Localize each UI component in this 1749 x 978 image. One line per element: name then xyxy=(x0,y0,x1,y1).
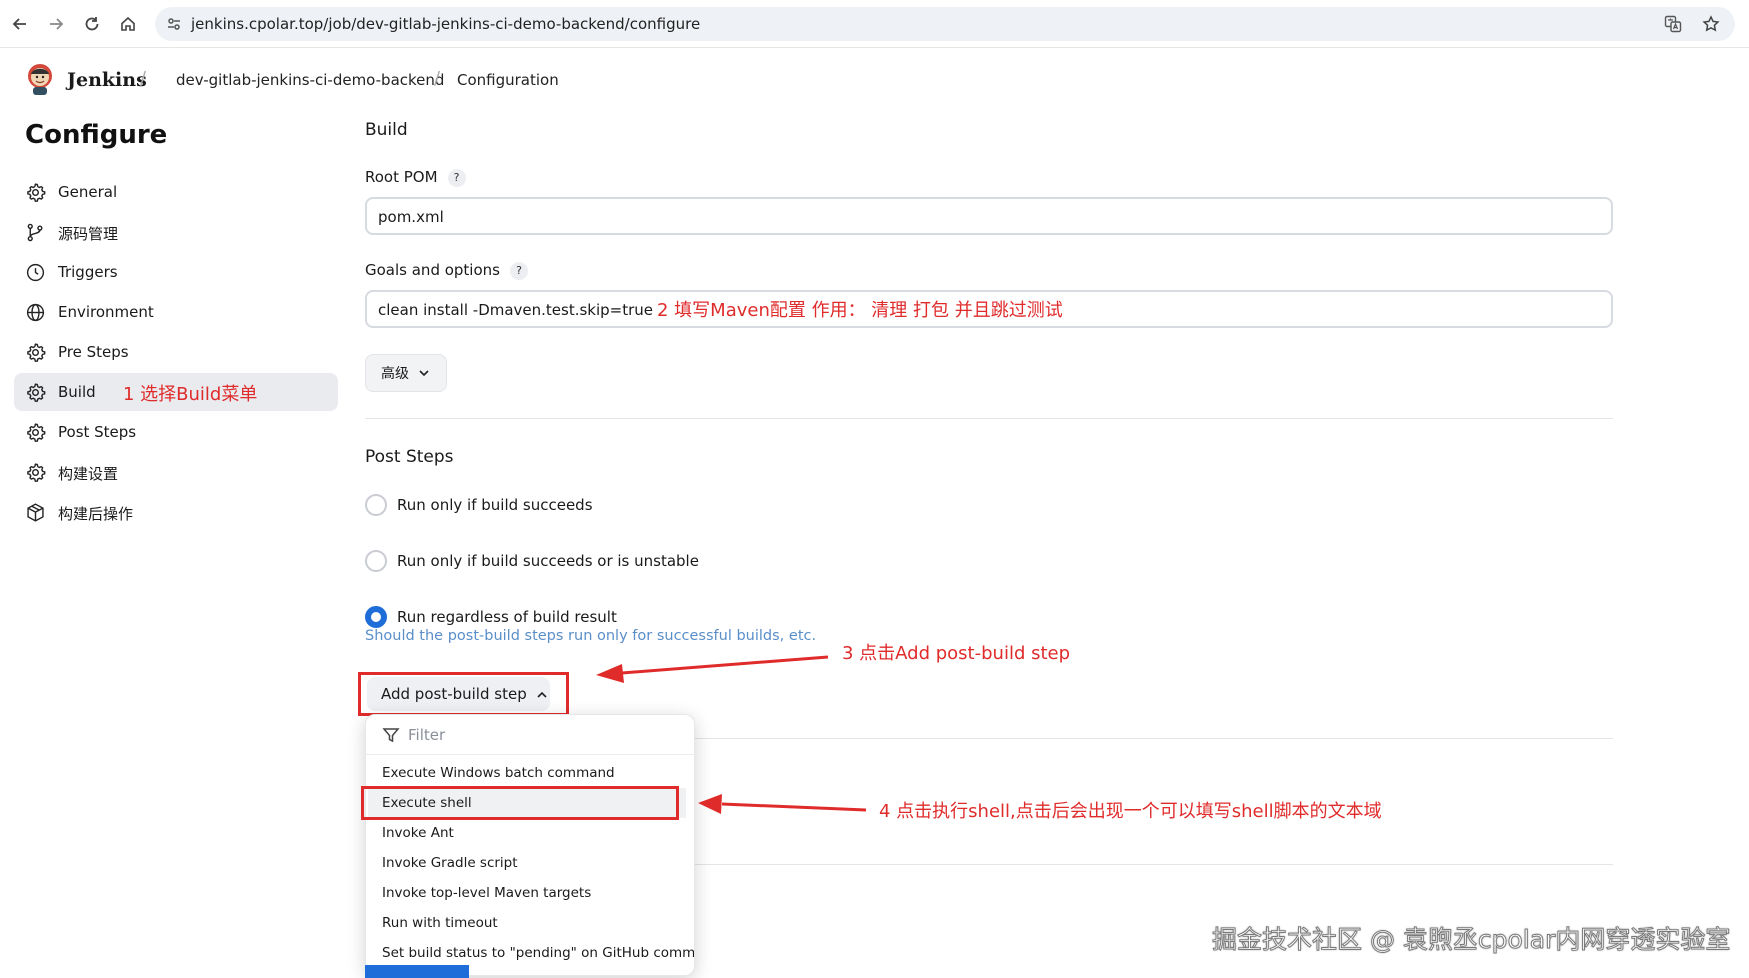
watermark: 掘金技术社区 @ 袁煦丞cpolar内网穿透实验室 xyxy=(1211,925,1731,955)
arrow-step-3 xyxy=(596,655,829,683)
arrow-step-4 xyxy=(698,794,867,814)
save-button-partial[interactable] xyxy=(365,965,469,978)
annotation-arrows xyxy=(596,655,867,814)
